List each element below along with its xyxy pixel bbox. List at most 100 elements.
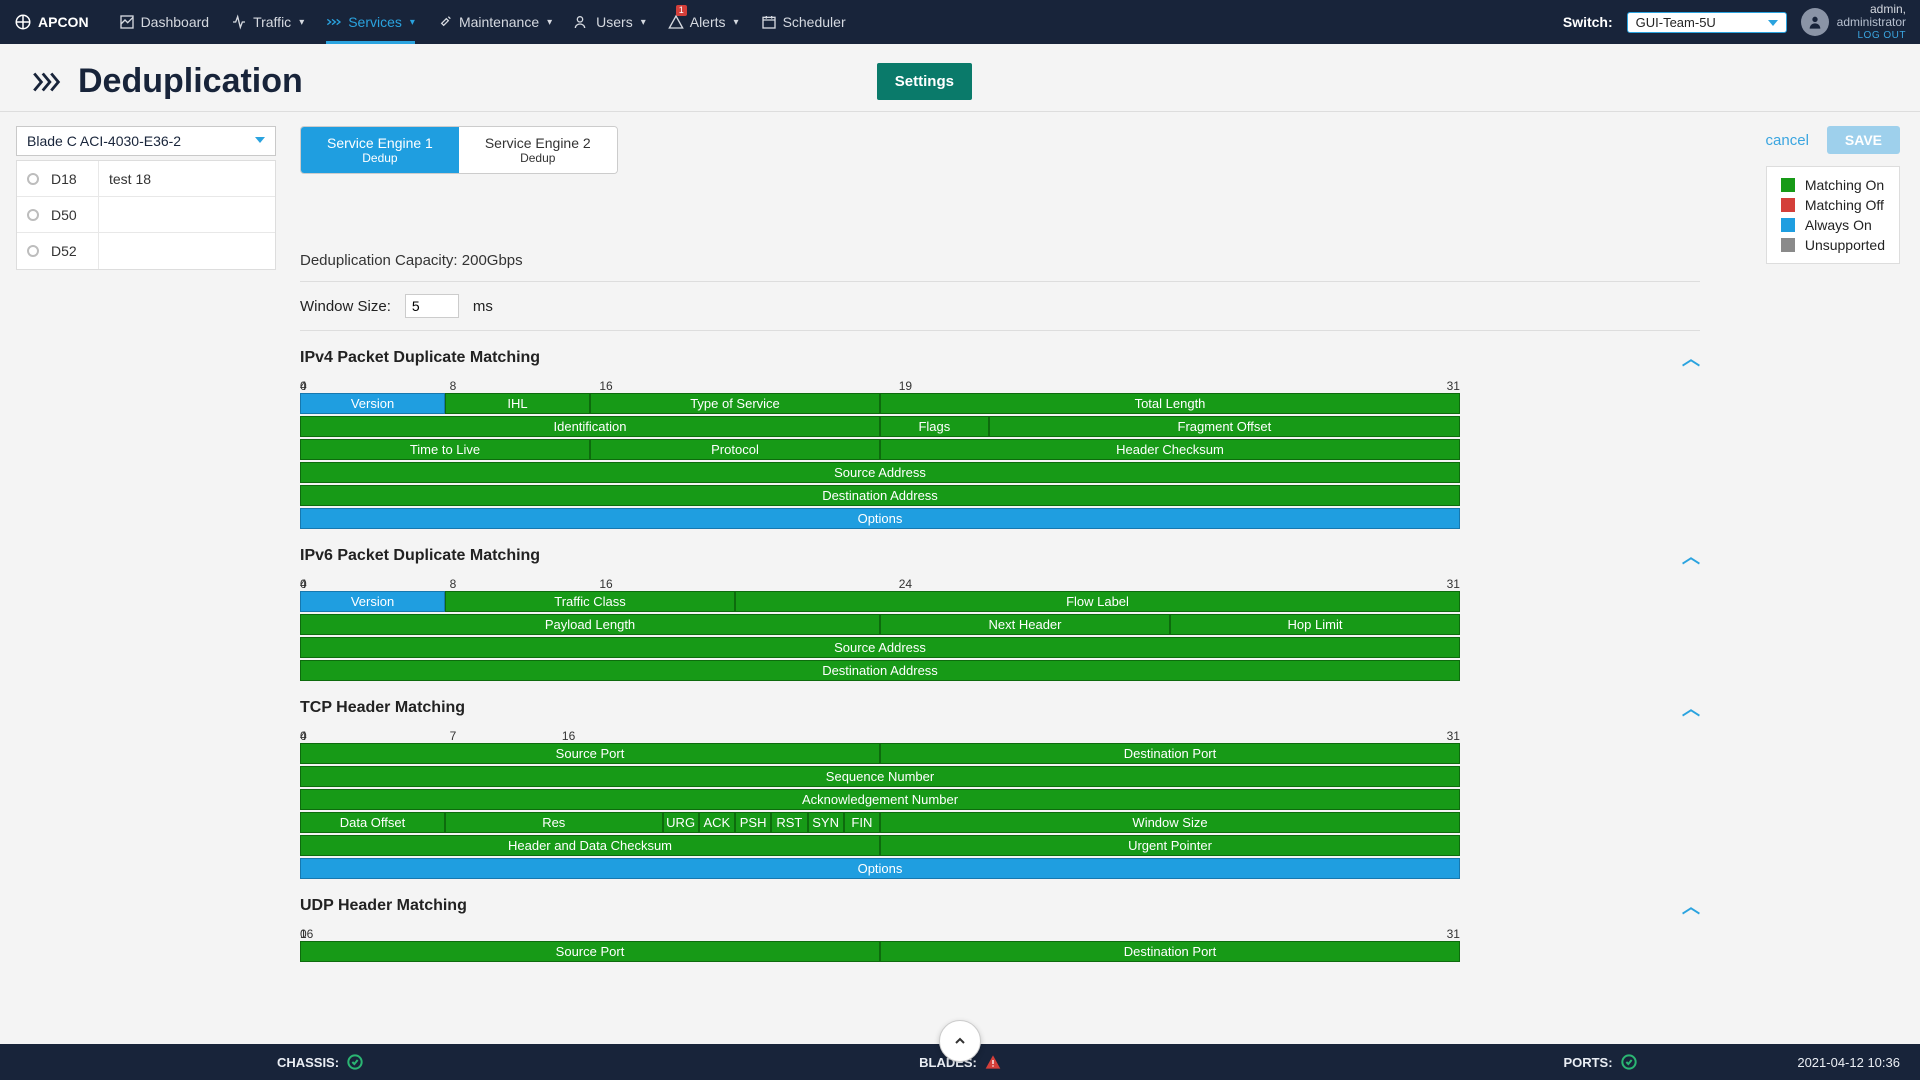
traffic-icon	[231, 14, 247, 30]
field-cell[interactable]: Total Length	[880, 393, 1460, 414]
bit-row: Header and Data ChecksumUrgent Pointer	[300, 835, 1460, 856]
users-icon	[574, 14, 590, 30]
field-cell[interactable]: Acknowledgement Number	[300, 789, 1460, 810]
legend-unsup-label: Unsupported	[1805, 237, 1885, 253]
field-cell[interactable]: PSH	[735, 812, 771, 833]
chevron-down-icon: ▾	[734, 17, 739, 28]
form-actions: cancel SAVE	[1766, 126, 1900, 154]
service-engine-tabs: Service Engine 1DedupService Engine 2Ded…	[300, 126, 618, 174]
nav-scheduler[interactable]: Scheduler	[761, 1, 846, 43]
field-cell[interactable]: Window Size	[880, 812, 1460, 833]
field-cell[interactable]: ACK	[699, 812, 735, 833]
field-cell[interactable]: Source Address	[300, 637, 1460, 658]
field-cell[interactable]: Version	[300, 393, 445, 414]
field-cell[interactable]: Source Port	[300, 941, 880, 962]
field-cell[interactable]: Source Port	[300, 743, 880, 764]
nav-traffic[interactable]: Traffic ▾	[231, 1, 304, 43]
field-cell[interactable]: Protocol	[590, 439, 880, 460]
field-cell[interactable]: Urgent Pointer	[880, 835, 1460, 856]
field-cell[interactable]: Flow Label	[735, 591, 1460, 612]
save-button[interactable]: SAVE	[1827, 126, 1900, 154]
collapse-icon[interactable]: ︿	[1682, 543, 1700, 569]
port-list: D18test 18D50D52	[16, 160, 276, 270]
nav-dashboard-label: Dashboard	[141, 14, 210, 30]
field-cell[interactable]: Payload Length	[300, 614, 880, 635]
blade-select[interactable]: Blade C ACI-4030-E36-2	[16, 126, 276, 156]
field-cell[interactable]: Destination Address	[300, 485, 1460, 506]
bit-row: IdentificationFlagsFragment Offset	[300, 416, 1460, 437]
page-header: Deduplication Settings	[0, 44, 1920, 112]
field-cell[interactable]: Identification	[300, 416, 880, 437]
nav-users[interactable]: Users▾	[574, 1, 646, 43]
field-cell[interactable]: Destination Port	[880, 941, 1460, 962]
port-row[interactable]: D18test 18	[17, 161, 275, 197]
chevron-down-icon: ▾	[410, 17, 415, 28]
tab-service-engine-2[interactable]: Service Engine 2Dedup	[459, 127, 617, 173]
field-cell[interactable]: Header Checksum	[880, 439, 1460, 460]
window-size-unit: ms	[473, 298, 493, 315]
field-cell[interactable]: Type of Service	[590, 393, 880, 414]
field-cell[interactable]: Source Address	[300, 462, 1460, 483]
field-cell[interactable]: Sequence Number	[300, 766, 1460, 787]
bit-row: Sequence Number	[300, 766, 1460, 787]
nav-alerts-label: Alerts	[690, 14, 726, 30]
collapse-icon[interactable]: ︿	[1682, 695, 1700, 721]
bit-row: Source Address	[300, 637, 1460, 658]
field-cell[interactable]: IHL	[445, 393, 590, 414]
bit-row: Source Address	[300, 462, 1460, 483]
bit-ruler: 048162431	[300, 577, 1460, 591]
user-block[interactable]: admin, administrator LOG OUT	[1801, 3, 1906, 42]
field-cell[interactable]: FIN	[844, 812, 880, 833]
status-datetime: 2021-04-12 10:36	[1797, 1055, 1900, 1070]
window-size-input[interactable]	[405, 294, 459, 318]
bit-grid: Source PortDestination PortSequence Numb…	[300, 743, 1460, 879]
field-cell[interactable]: Options	[300, 858, 1460, 879]
field-cell[interactable]: Destination Address	[300, 660, 1460, 681]
nav-maintenance[interactable]: Maintenance▾	[437, 1, 552, 43]
brand-text: APCON	[38, 14, 89, 30]
tab-service-engine-1[interactable]: Service Engine 1Dedup	[301, 127, 459, 173]
logout-link[interactable]: LOG OUT	[1837, 29, 1906, 42]
cancel-link[interactable]: cancel	[1766, 132, 1809, 149]
bit-row: Payload LengthNext HeaderHop Limit	[300, 614, 1460, 635]
collapse-icon[interactable]: ︿	[1682, 345, 1700, 371]
nav-dashboard[interactable]: Dashboard	[119, 1, 210, 43]
blade-select-value: Blade C ACI-4030-E36-2	[27, 133, 181, 149]
legend-off-label: Matching Off	[1805, 197, 1884, 213]
section-header-tcp: TCP Header Matching︿	[300, 695, 1700, 721]
field-cell[interactable]: Destination Port	[880, 743, 1460, 764]
capacity-text: Deduplication Capacity: 200Gbps	[300, 252, 1700, 269]
nav-traffic-label: Traffic	[253, 14, 291, 30]
field-cell[interactable]: Res	[445, 812, 663, 833]
field-cell[interactable]: SYN	[808, 812, 844, 833]
section-header-ipv6: IPv6 Packet Duplicate Matching︿	[300, 543, 1700, 569]
services-icon	[326, 14, 342, 30]
field-cell[interactable]: URG	[663, 812, 699, 833]
user-name: admin,	[1837, 3, 1906, 16]
collapse-icon[interactable]: ︿	[1682, 893, 1700, 919]
expand-up-button[interactable]	[939, 1020, 981, 1062]
switch-select[interactable]: GUI-Team-5U	[1627, 12, 1787, 33]
port-row[interactable]: D52	[17, 233, 275, 269]
field-cell[interactable]: Next Header	[880, 614, 1170, 635]
field-cell[interactable]: Data Offset	[300, 812, 445, 833]
nav-maintenance-label: Maintenance	[459, 14, 539, 30]
bit-grid: Source PortDestination Port	[300, 941, 1460, 962]
field-cell[interactable]: Hop Limit	[1170, 614, 1460, 635]
bit-row: Source PortDestination Port	[300, 743, 1460, 764]
field-cell[interactable]: Header and Data Checksum	[300, 835, 880, 856]
maintenance-icon	[437, 14, 453, 30]
field-cell[interactable]: Time to Live	[300, 439, 590, 460]
field-cell[interactable]: Fragment Offset	[989, 416, 1460, 437]
port-row[interactable]: D50	[17, 197, 275, 233]
chevron-down-icon: ▾	[299, 17, 304, 28]
field-cell[interactable]: Traffic Class	[445, 591, 735, 612]
field-cell[interactable]: Version	[300, 591, 445, 612]
nav-services[interactable]: Services▾	[326, 1, 415, 43]
field-cell[interactable]: Flags	[880, 416, 989, 437]
nav-alerts[interactable]: 1Alerts▾	[668, 1, 739, 43]
port-status-dot	[27, 209, 39, 221]
settings-button[interactable]: Settings	[877, 63, 972, 100]
field-cell[interactable]: RST	[771, 812, 807, 833]
field-cell[interactable]: Options	[300, 508, 1460, 529]
